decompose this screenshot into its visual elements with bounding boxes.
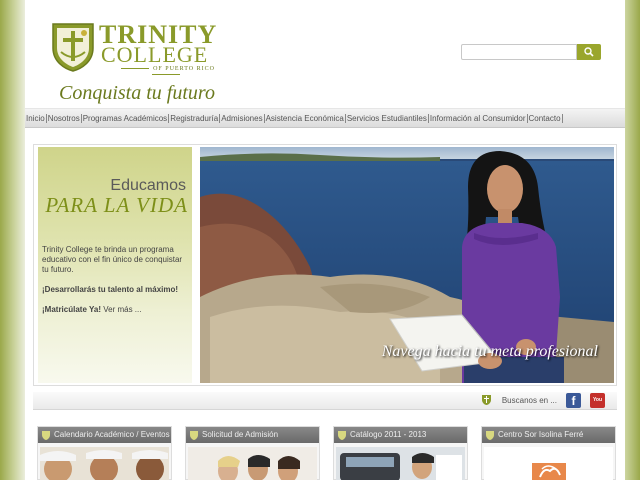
nav-item-asistencia[interactable]: Asistencia Económica <box>265 113 346 123</box>
logo-subtitle: OF PUERTO RICO <box>101 66 231 78</box>
nav-item-contacto[interactable]: Contacto <box>528 113 563 123</box>
hero-caption: Navega hacia tu meta profesional <box>381 343 598 360</box>
crest-icon <box>52 23 94 72</box>
box-header: Centro Sor Isolina Ferré <box>482 427 615 443</box>
centro-logo-icon <box>484 447 613 480</box>
box-solicitud[interactable]: Solicitud de Admisión <box>185 426 320 480</box>
site-logo[interactable]: TRINITY COLLEGE OF PUERTO RICO <box>51 22 231 76</box>
box-title: Catálogo 2011 - 2013 <box>350 430 427 439</box>
promo-panel: Educamos PARA LA VIDA Trinity College te… <box>38 147 192 383</box>
students-photo <box>188 447 317 480</box>
nav-item-informacion[interactable]: Información al Consumidor <box>429 113 528 123</box>
crest-bullet-icon <box>486 431 494 440</box>
nav-item-admisiones[interactable]: Admisiones <box>220 113 265 123</box>
slogan: Conquista tu futuro <box>59 82 215 104</box>
main-nav: Inicio Nosotros Programas Académicos Reg… <box>25 108 625 128</box>
social-label: Buscanos en ... <box>501 396 557 405</box>
social-bar: Buscanos en ... f You Tube <box>33 392 617 418</box>
youtube-icon[interactable]: You Tube <box>590 393 605 418</box>
search-icon <box>584 47 594 57</box>
promo-text: Trinity College te brinda un programa ed… <box>42 245 183 274</box>
nav-item-servicios[interactable]: Servicios Estudiantiles <box>346 113 429 123</box>
feature-boxes: Calendario Académico / Eventos Solicitud… <box>37 426 616 480</box>
logo-word-college: COLLEGE <box>101 42 209 67</box>
box-header: Catálogo 2011 - 2013 <box>334 427 467 443</box>
promo-highlight: ¡Desarrollarás tu talento al máximo! <box>42 285 179 294</box>
crest-small-icon <box>482 395 491 405</box>
graduates-photo <box>40 447 169 480</box>
page: TRINITY COLLEGE OF PUERTO RICO Conquista… <box>25 0 625 480</box>
search-input[interactable] <box>461 44 577 60</box>
hero-banner[interactable]: Navega hacia tu meta profesional <box>200 147 614 383</box>
search-form <box>461 44 601 60</box>
promo-cta: ¡Matricúlate Ya! Ver más ... <box>42 305 141 314</box>
nav-item-registraduria[interactable]: Registraduría <box>169 113 221 123</box>
ver-mas-link[interactable]: Ver más ... <box>103 305 141 314</box>
box-catalogo[interactable]: Catálogo 2011 - 2013 <box>333 426 468 480</box>
catalog-photo <box>336 447 465 480</box>
facebook-icon[interactable]: f <box>566 393 581 408</box>
crest-bullet-icon <box>190 431 198 440</box>
nav-item-inicio[interactable]: Inicio <box>25 113 47 123</box>
hero-section: Educamos PARA LA VIDA Trinity College te… <box>33 144 617 386</box>
box-header: Solicitud de Admisión <box>186 427 319 443</box>
box-title: Solicitud de Admisión <box>202 430 279 439</box>
promo-subheading: PARA LA VIDA <box>45 193 188 217</box>
box-centro[interactable]: Centro Sor Isolina Ferré <box>481 426 616 480</box>
box-header: Calendario Académico / Eventos <box>38 427 171 443</box>
box-title: Calendario Académico / Eventos <box>54 430 170 439</box>
nav-item-nosotros[interactable]: Nosotros <box>47 113 82 123</box>
promo-cta-bold: ¡Matricúlate Ya! <box>42 305 101 314</box>
box-calendario[interactable]: Calendario Académico / Eventos <box>37 426 172 480</box>
box-title: Centro Sor Isolina Ferré <box>498 430 584 439</box>
search-button[interactable] <box>577 44 601 60</box>
crest-bullet-icon <box>338 431 346 440</box>
crest-bullet-icon <box>42 431 50 440</box>
nav-item-programas[interactable]: Programas Académicos <box>82 113 170 123</box>
